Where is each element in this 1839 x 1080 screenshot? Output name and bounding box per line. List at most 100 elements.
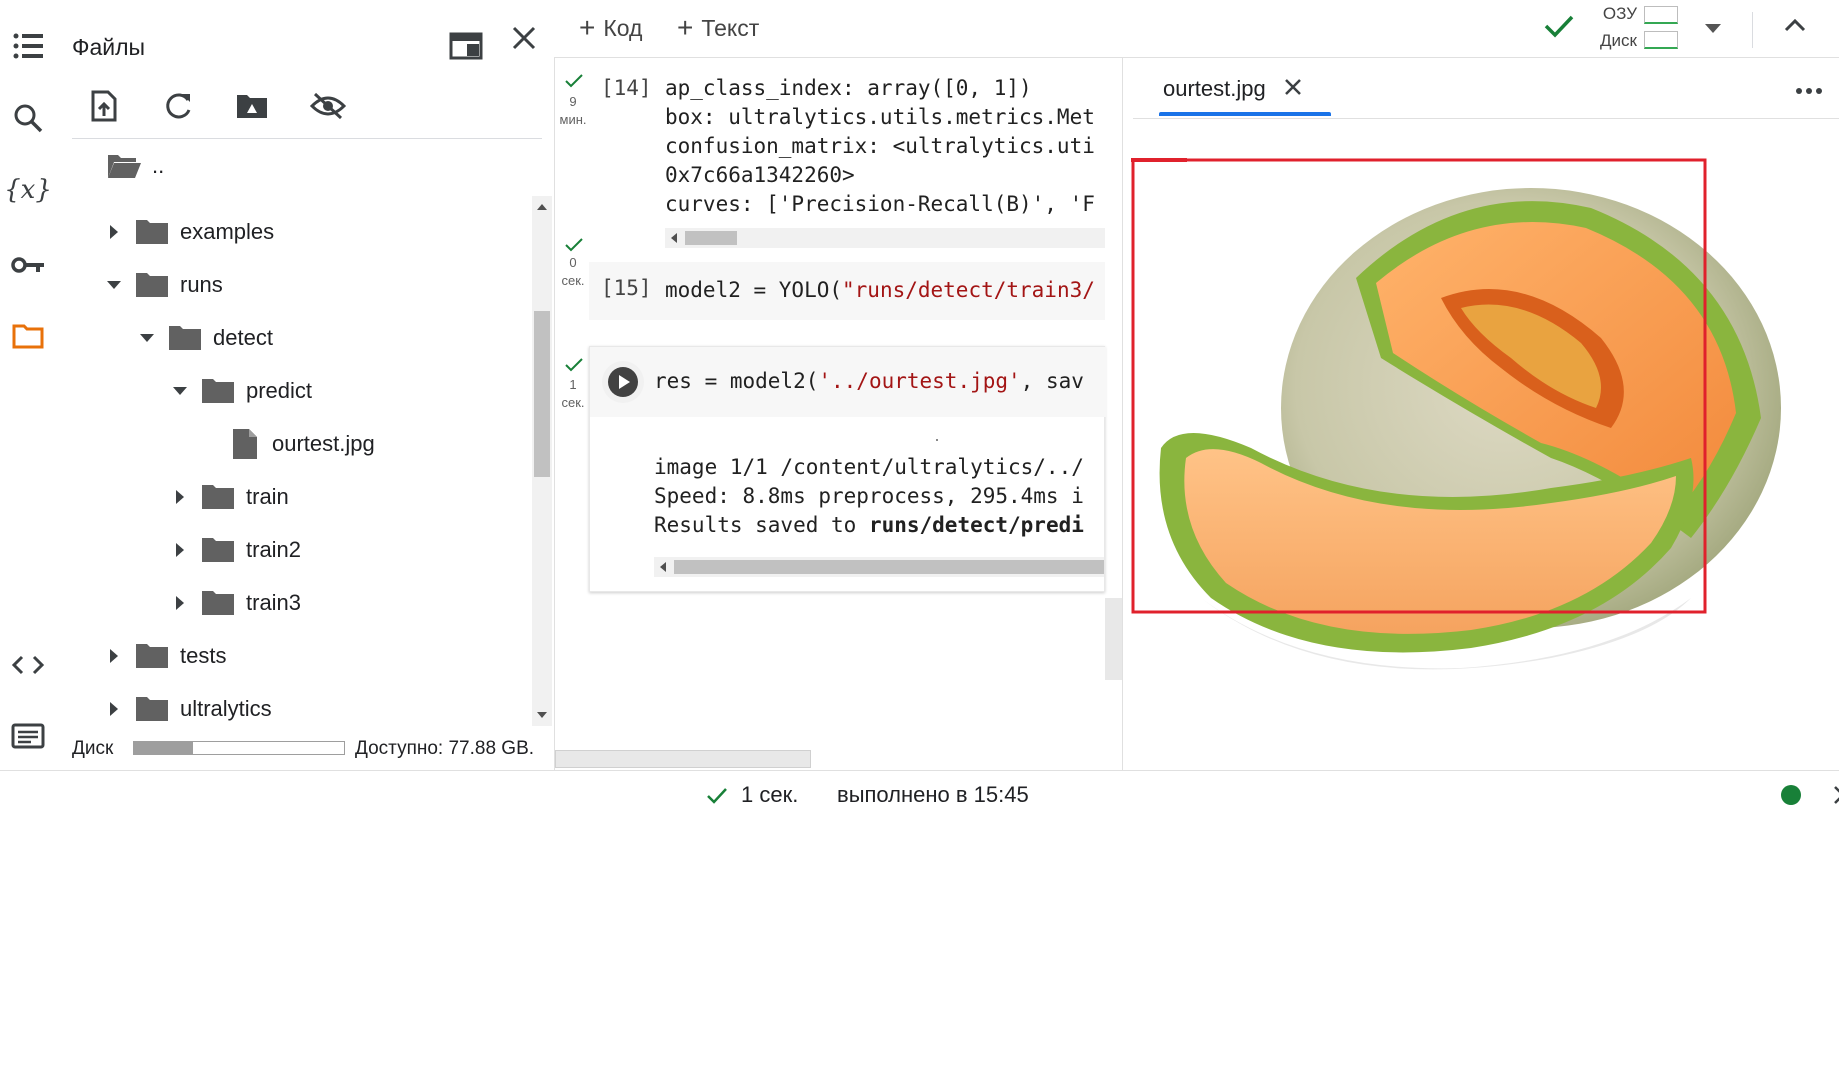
files-panel: Файлы .. examples runs detect predict ou…: [56, 0, 554, 770]
code-string: "runs/detect/train3/: [842, 278, 1095, 302]
tree-item-ourtest-jpg[interactable]: ourtest.jpg: [232, 424, 375, 464]
add-text-label: Текст: [701, 14, 760, 41]
upload-file-icon[interactable]: [82, 84, 126, 128]
search-icon[interactable]: [8, 98, 48, 138]
tree-label: train: [246, 484, 289, 509]
tree-item-train2[interactable]: train2: [168, 530, 301, 570]
disk-usage-fill: [134, 742, 193, 754]
disk-meter[interactable]: [1644, 31, 1678, 49]
output-line: curves: ['Precision-Recall(B)', 'F: [665, 192, 1095, 216]
tree-item-predict[interactable]: predict: [168, 371, 312, 411]
status-check-icon: [706, 787, 728, 810]
table-of-contents-icon[interactable]: [8, 26, 48, 66]
disk-label: Диск: [72, 738, 114, 759]
cell-status-check-icon: [565, 74, 583, 93]
hide-files-icon[interactable]: [306, 84, 350, 128]
run-cell-button[interactable]: [602, 361, 644, 403]
tree-label: ourtest.jpg: [272, 431, 375, 456]
caret-right-icon[interactable]: [168, 591, 192, 615]
folder-icon: [134, 216, 170, 248]
runtime-dropdown-icon[interactable]: [1704, 22, 1722, 40]
caret-down-icon[interactable]: [102, 273, 126, 297]
close-status-icon[interactable]: [1833, 785, 1839, 810]
caret-down-icon[interactable]: [135, 326, 159, 350]
toolbar-divider: [1752, 12, 1753, 48]
folder-open-icon: [106, 150, 142, 182]
ram-label: ОЗУ: [1602, 4, 1637, 23]
output-line: ap_class_index: array([0, 1]): [665, 76, 1032, 100]
terminal-icon[interactable]: [8, 716, 48, 756]
code-text: , sav: [1020, 369, 1084, 393]
tree-scrollbar[interactable]: [532, 196, 552, 726]
cell-exec-time-value: 0: [569, 255, 577, 270]
more-options-icon[interactable]: [1795, 82, 1823, 100]
files-panel-title: Файлы: [72, 34, 146, 60]
connected-check-icon[interactable]: [1544, 14, 1574, 43]
disk-usage-bar: [133, 741, 345, 755]
cell-exec-time: 1 сек.: [555, 376, 591, 412]
notebook-horizontal-scrollbar[interactable]: [555, 750, 811, 768]
output-progress-dot: [936, 439, 938, 441]
folder-icon: [134, 693, 170, 725]
tree-item-train3[interactable]: train3: [168, 583, 301, 623]
folder-icon[interactable]: [8, 316, 48, 356]
code-cell-16[interactable]: res = model2('../ourtest.jpg', sav image…: [589, 346, 1106, 592]
folder-icon: [200, 481, 236, 513]
tree-item-runs[interactable]: runs: [102, 265, 223, 305]
output-line: 0x7c66a1342260>: [665, 163, 855, 187]
status-completed: выполнено в 15:45: [837, 782, 1029, 807]
add-text-button[interactable]: + Текст: [677, 12, 759, 44]
scrollbar-thumb[interactable]: [685, 231, 737, 245]
mount-drive-icon[interactable]: [230, 84, 274, 128]
code-line: model2 = YOLO("runs/detect/train3/: [665, 276, 1105, 305]
output-line: Speed: 8.8ms preprocess, 295.4ms i: [654, 484, 1084, 508]
plus-icon: +: [677, 12, 694, 43]
tree-item-ultralytics[interactable]: ultralytics: [102, 689, 272, 729]
code-string: '../ourtest.jpg': [818, 369, 1021, 393]
refresh-icon[interactable]: [156, 84, 200, 128]
cell-exec-time-value: 1: [569, 377, 577, 392]
tab-ourtest-jpg[interactable]: ourtest.jpg: [1163, 76, 1302, 102]
output-line: image 1/1 /content/ultralytics/../: [654, 455, 1084, 479]
collapse-toolbar-icon[interactable]: [1784, 18, 1806, 37]
caret-right-icon[interactable]: [102, 220, 126, 244]
code-cell-15[interactable]: [15] model2 = YOLO("runs/detect/train3/: [589, 262, 1105, 320]
variables-icon[interactable]: {x}: [4, 170, 52, 210]
plus-icon: +: [579, 12, 596, 43]
add-code-button[interactable]: + Код: [579, 12, 642, 44]
code-line: res = model2('../ourtest.jpg', sav: [654, 367, 1104, 396]
add-code-label: Код: [603, 14, 643, 41]
resources-disk-label: Диск: [1600, 31, 1637, 50]
scrollbar-thumb[interactable]: [674, 560, 1104, 574]
cell-exec-time-unit: мин.: [559, 112, 587, 127]
caret-right-icon[interactable]: [102, 697, 126, 721]
code-snippets-icon[interactable]: [8, 645, 48, 685]
image-viewer-panel: ourtest.jpg melon 0.32: [1122, 58, 1839, 770]
output-horizontal-scrollbar[interactable]: [654, 557, 1104, 577]
tree-item-tests[interactable]: tests: [102, 636, 226, 676]
open-in-tab-icon[interactable]: [444, 24, 488, 68]
caret-right-icon[interactable]: [168, 538, 192, 562]
file-icon: [232, 428, 262, 460]
tree-item-examples[interactable]: examples: [102, 212, 274, 252]
output-text: Results saved to: [654, 513, 869, 537]
caret-right-icon[interactable]: [168, 485, 192, 509]
caret-right-icon[interactable]: [102, 644, 126, 668]
cell-exec-time: 0 сек.: [555, 254, 591, 290]
tree-parent-folder[interactable]: ..: [106, 146, 164, 186]
output-horizontal-scrollbar[interactable]: [665, 228, 1105, 248]
folder-icon: [167, 322, 203, 354]
key-icon[interactable]: [8, 245, 48, 285]
close-tab-icon[interactable]: [1284, 76, 1302, 102]
status-duration: 1 сек.: [741, 782, 799, 807]
close-panel-icon[interactable]: [502, 16, 546, 60]
code-text: res = model2(: [654, 369, 819, 393]
folder-icon: [134, 269, 170, 301]
tree-item-detect[interactable]: detect: [135, 318, 273, 358]
active-tab-indicator: [1159, 112, 1331, 116]
caret-down-icon[interactable]: [168, 379, 192, 403]
cell-execution-count: [14]: [601, 76, 652, 100]
notebook-vertical-scrollbar[interactable]: [1105, 598, 1123, 680]
ram-meter[interactable]: [1644, 6, 1678, 24]
tree-item-train[interactable]: train: [168, 477, 289, 517]
